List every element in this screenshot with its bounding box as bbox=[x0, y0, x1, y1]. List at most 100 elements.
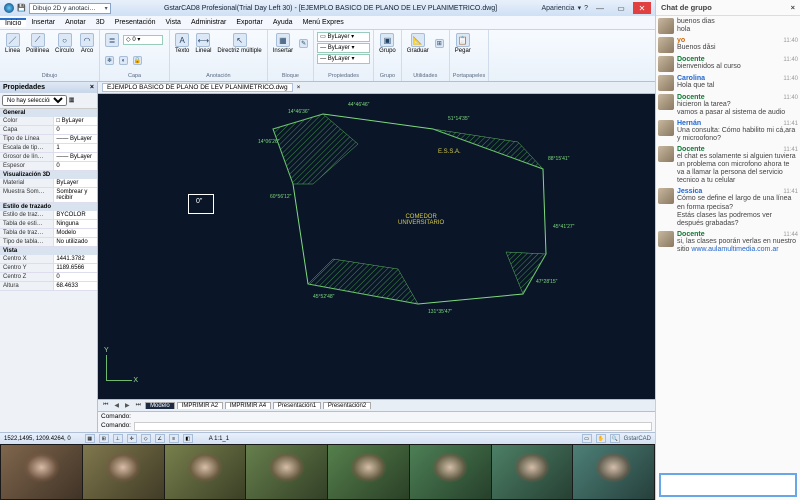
command-input[interactable] bbox=[134, 422, 652, 431]
otrack-toggle[interactable]: ∠ bbox=[155, 434, 165, 443]
lwt-toggle[interactable]: ≡ bbox=[169, 434, 179, 443]
layer-lock-icon[interactable]: 🔒 bbox=[131, 55, 144, 66]
color-combo[interactable]: ▭ ByLayer ▾ bbox=[317, 32, 370, 42]
chat-sender: Docente bbox=[677, 146, 705, 153]
participant-video[interactable] bbox=[83, 445, 164, 499]
prop-group-estilo-de-trazado[interactable]: Estilo de trazado bbox=[0, 203, 97, 211]
layer-combo[interactable]: ◇ 0 ▾ bbox=[123, 35, 163, 45]
prop-row[interactable]: MaterialByLayer bbox=[0, 179, 97, 188]
prop-row[interactable]: Tipo de tabla…No utilizado bbox=[0, 238, 97, 247]
chat-close-icon[interactable]: × bbox=[791, 3, 795, 12]
close-button[interactable]: ✕ bbox=[633, 2, 651, 14]
menu-tab-inicio[interactable]: Inicio bbox=[0, 18, 26, 27]
chat-messages[interactable]: buenos diasholayo11:40Buenos dåsiDocente… bbox=[656, 16, 800, 470]
tab-nav-next-icon[interactable]: ▶ bbox=[123, 402, 132, 409]
layer-off-icon[interactable]: ◐ bbox=[117, 55, 130, 66]
participant-video[interactable] bbox=[1, 445, 82, 499]
menu-tab-menú-expres[interactable]: Menú Expres bbox=[298, 19, 349, 26]
draw-círculo-button[interactable]: ○Círculo bbox=[53, 32, 76, 55]
dyn-toggle[interactable]: ◧ bbox=[183, 434, 193, 443]
prop-row[interactable]: Estilo de traz…BYCOLOR bbox=[0, 211, 97, 220]
tab-close-icon[interactable]: × bbox=[297, 84, 301, 91]
prop-row[interactable]: Capa0 bbox=[0, 126, 97, 135]
pan-icon[interactable]: ✋ bbox=[596, 434, 606, 443]
layout-tab[interactable]: Presentación1 bbox=[273, 402, 321, 409]
maximize-button[interactable]: ▭ bbox=[612, 2, 630, 14]
layer-props-button[interactable]: ≣ bbox=[103, 32, 121, 48]
prop-row[interactable]: Centro Z0 bbox=[0, 273, 97, 282]
tab-nav-first-icon[interactable]: ⏮ bbox=[101, 402, 110, 409]
menu-tab-presentación[interactable]: Presentación bbox=[110, 19, 161, 26]
layout-tab[interactable]: Presentación2 bbox=[323, 402, 371, 409]
calc-icon[interactable]: ⊞ bbox=[433, 38, 446, 49]
block-edit-icon[interactable]: ✎ bbox=[297, 38, 310, 49]
menu-tab-ayuda[interactable]: Ayuda bbox=[268, 19, 298, 26]
snap-toggle[interactable]: ▦ bbox=[85, 434, 95, 443]
participant-video[interactable] bbox=[492, 445, 573, 499]
menu-tab-exportar[interactable]: Exportar bbox=[231, 19, 267, 26]
model-tab[interactable]: Modelo bbox=[145, 402, 175, 409]
layer-iso-icon[interactable]: ❄ bbox=[103, 55, 116, 66]
anno-scale[interactable]: A 1:1_1 bbox=[209, 436, 229, 442]
annot-directriz-múltiple-button[interactable]: ↖Directriz múltiple bbox=[215, 32, 263, 55]
tab-nav-prev-icon[interactable]: ◀ bbox=[112, 402, 121, 409]
prop-group-vista[interactable]: Vista bbox=[0, 247, 97, 255]
draw-polilínea-button[interactable]: ⟋Polilínea bbox=[24, 32, 51, 55]
prop-row[interactable]: Color□ ByLayer bbox=[0, 117, 97, 126]
minimize-button[interactable]: — bbox=[591, 2, 609, 14]
osnap-toggle[interactable]: ◇ bbox=[141, 434, 151, 443]
menu-tab-insertar[interactable]: Insertar bbox=[26, 19, 60, 26]
prop-row[interactable]: Centro Y1189.6566 bbox=[0, 264, 97, 273]
polar-toggle[interactable]: ✛ bbox=[127, 434, 137, 443]
menu-tab-administrar[interactable]: Administrar bbox=[186, 19, 231, 26]
document-tab[interactable]: EJEMPLO BASICO DE PLANO DE LEV PLANIMETR… bbox=[102, 83, 293, 92]
participant-video[interactable] bbox=[410, 445, 491, 499]
chat-text: Buenos dåsi bbox=[677, 44, 798, 52]
workspace-selector[interactable]: Dibujo 2D y anotaci… bbox=[29, 3, 111, 14]
participant-video[interactable] bbox=[573, 445, 654, 499]
linetype-combo[interactable]: — ByLayer ▾ bbox=[317, 43, 370, 53]
props-filter-icon[interactable]: ▦ bbox=[69, 98, 75, 104]
prop-group-general[interactable]: General bbox=[0, 109, 97, 117]
layout-tab[interactable]: IMPRIMIR A4 bbox=[225, 402, 271, 409]
prop-row[interactable]: Tipo de Línea—— ByLayer bbox=[0, 135, 97, 144]
properties-close-icon[interactable]: × bbox=[90, 84, 94, 91]
room-label-comedor: COMEDOR UNIVERSITARIO bbox=[398, 214, 444, 226]
participant-video[interactable] bbox=[165, 445, 246, 499]
prop-row[interactable]: Altura68.4633 bbox=[0, 282, 97, 291]
prop-row[interactable]: Espesor0 bbox=[0, 162, 97, 171]
chat-input[interactable] bbox=[659, 473, 797, 497]
group-button[interactable]: ▣Grupo bbox=[377, 32, 398, 55]
prop-row[interactable]: Grosor de lín…—— ByLayer bbox=[0, 153, 97, 162]
selection-combo[interactable]: No hay selección bbox=[2, 95, 67, 106]
prop-row[interactable]: Escala de tip…1 bbox=[0, 144, 97, 153]
menu-tab-vista[interactable]: Vista bbox=[161, 19, 186, 26]
participant-video[interactable] bbox=[246, 445, 327, 499]
participant-video[interactable] bbox=[328, 445, 409, 499]
prop-row[interactable]: Centro X1441.3782 bbox=[0, 255, 97, 264]
insert-block-button[interactable]: ▦Insertar bbox=[271, 32, 295, 55]
prop-row[interactable]: Muestra Som…Sombrear y recibir bbox=[0, 188, 97, 203]
menu-tab-anotar[interactable]: Anotar bbox=[60, 19, 91, 26]
measure-button[interactable]: 📐Graduar bbox=[405, 32, 431, 55]
annot-lineal-button[interactable]: ⟷Lineal bbox=[193, 32, 213, 55]
menu-tab-3d[interactable]: 3D bbox=[91, 19, 110, 26]
save-icon[interactable]: 💾 bbox=[17, 4, 26, 12]
zoom-icon[interactable]: 🔍 bbox=[610, 434, 620, 443]
paste-button[interactable]: 📋Pegar bbox=[453, 32, 473, 55]
draw-línea-button[interactable]: ／Línea bbox=[3, 32, 22, 55]
prop-group-visualización-3d[interactable]: Visualización 3D bbox=[0, 171, 97, 179]
draw-arco-button[interactable]: ◠Arco bbox=[78, 32, 96, 55]
appearance-label[interactable]: Apariencia bbox=[542, 5, 575, 12]
prop-row[interactable]: Tabla de esti…Ninguna bbox=[0, 220, 97, 229]
prop-row[interactable]: Tabla de traz…Modelo bbox=[0, 229, 97, 238]
annot-texto-button[interactable]: ATexto bbox=[173, 32, 191, 55]
grid-toggle[interactable]: ⊞ bbox=[99, 434, 109, 443]
tab-nav-last-icon[interactable]: ⏭ bbox=[134, 402, 143, 409]
help-icon[interactable]: ? bbox=[584, 5, 588, 12]
layout-tab[interactable]: IMPRIMIR A2 bbox=[177, 402, 223, 409]
model-paper-toggle[interactable]: ▭ bbox=[582, 434, 592, 443]
lineweight-combo[interactable]: — ByLayer ▾ bbox=[317, 54, 370, 64]
ortho-toggle[interactable]: ⊥ bbox=[113, 434, 123, 443]
drawing-canvas[interactable]: 0" COMEDOR UNIVERSITARIO E.S.S.A. 14°46'… bbox=[98, 94, 655, 399]
